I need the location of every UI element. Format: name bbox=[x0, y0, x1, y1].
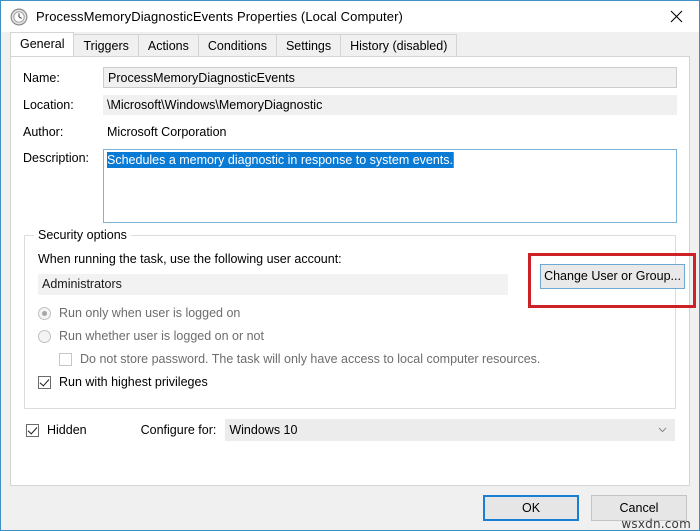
author-row: Author: Microsoft Corporation bbox=[23, 122, 677, 142]
title-bar: ProcessMemoryDiagnosticEvents Properties… bbox=[1, 1, 699, 32]
configure-for-select[interactable]: Windows 10 bbox=[225, 419, 675, 441]
tab-conditions[interactable]: Conditions bbox=[197, 34, 277, 56]
radio-run-only-when-logged-on[interactable]: Run only when user is logged on bbox=[38, 306, 665, 320]
tab-settings[interactable]: Settings bbox=[275, 34, 342, 56]
account-value: Administrators bbox=[38, 274, 508, 295]
radio-run-whether-logged-on-or-not[interactable]: Run whether user is logged on or not bbox=[38, 329, 665, 343]
watermark: wsxdn.com bbox=[621, 517, 691, 531]
task-properties-dialog: ProcessMemoryDiagnosticEvents Properties… bbox=[0, 0, 700, 531]
checkbox-icon bbox=[59, 352, 72, 366]
checkbox-label: Do not store password. The task will onl… bbox=[80, 352, 541, 366]
author-label: Author: bbox=[23, 125, 64, 139]
window-title: ProcessMemoryDiagnosticEvents Properties… bbox=[36, 9, 403, 24]
location-value: \Microsoft\Windows\MemoryDiagnostic bbox=[103, 95, 677, 115]
tab-strip: General Triggers Actions Conditions Sett… bbox=[1, 32, 699, 56]
description-row: Description: Schedules a memory diagnost… bbox=[23, 149, 677, 223]
tab-triggers[interactable]: Triggers bbox=[73, 34, 139, 56]
radio-icon bbox=[38, 329, 51, 343]
configure-for-label: Configure for: bbox=[140, 423, 217, 437]
location-row: Location: \Microsoft\Windows\MemoryDiagn… bbox=[23, 95, 677, 115]
general-tab-panel: Name: ProcessMemoryDiagnosticEvents Loca… bbox=[10, 56, 696, 486]
checkbox-run-with-highest-privileges[interactable]: Run with highest privileges bbox=[38, 375, 665, 389]
configure-for-value: Windows 10 bbox=[229, 423, 298, 437]
dialog-footer: OK Cancel wsxdn.com bbox=[1, 486, 699, 531]
radio-label: Run whether user is logged on or not bbox=[59, 329, 264, 343]
clock-schedule-icon bbox=[10, 8, 28, 25]
security-options-group: Security options When running the task, … bbox=[24, 228, 696, 409]
description-selected-text: Schedules a memory diagnostic in respons… bbox=[107, 152, 454, 168]
checkbox-icon bbox=[26, 423, 39, 437]
checkbox-icon bbox=[38, 375, 51, 389]
close-icon bbox=[670, 10, 683, 22]
radio-icon bbox=[38, 306, 51, 320]
location-label: Location: bbox=[23, 98, 74, 112]
chevron-down-icon bbox=[658, 427, 667, 433]
description-input[interactable]: Schedules a memory diagnostic in respons… bbox=[103, 149, 677, 223]
tab-history[interactable]: History (disabled) bbox=[340, 34, 458, 56]
name-label: Name: bbox=[23, 70, 60, 85]
radio-label: Run only when user is logged on bbox=[59, 306, 241, 320]
ok-button[interactable]: OK bbox=[483, 495, 579, 521]
checkbox-label: Hidden bbox=[47, 423, 87, 437]
change-user-or-group-button[interactable]: Change User or Group... bbox=[540, 264, 685, 289]
name-input[interactable]: ProcessMemoryDiagnosticEvents bbox=[103, 67, 677, 88]
author-value: Microsoft Corporation bbox=[103, 122, 677, 142]
close-button[interactable] bbox=[654, 1, 699, 31]
security-options-title: Security options bbox=[34, 228, 131, 242]
checkbox-do-not-store-password[interactable]: Do not store password. The task will onl… bbox=[59, 352, 665, 366]
hidden-configure-row: Hidden Configure for: Windows 10 bbox=[26, 419, 675, 441]
tab-general[interactable]: General bbox=[10, 32, 75, 56]
description-label: Description: bbox=[23, 151, 89, 165]
name-row: Name: ProcessMemoryDiagnosticEvents bbox=[23, 67, 677, 88]
checkbox-label: Run with highest privileges bbox=[59, 375, 208, 389]
account-row: Administrators Change User or Group... bbox=[35, 253, 696, 308]
tab-actions[interactable]: Actions bbox=[137, 34, 199, 56]
checkbox-hidden[interactable]: Hidden bbox=[26, 423, 87, 437]
